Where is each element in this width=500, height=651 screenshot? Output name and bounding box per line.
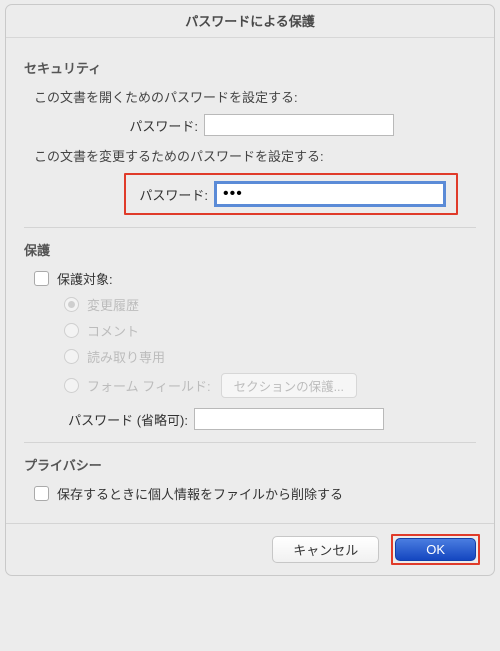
separator: [24, 442, 476, 443]
section-security-heading: セキュリティ: [24, 58, 476, 77]
protect-target-checkbox[interactable]: [34, 271, 49, 286]
radio-comments: [64, 323, 79, 338]
dialog-footer: キャンセル OK: [6, 524, 494, 575]
protect-target-radios: 変更履歴 コメント 読み取り専用 フォーム フィールド: セクションの保護...: [64, 295, 476, 398]
cancel-button[interactable]: キャンセル: [272, 536, 379, 563]
protection-password-input[interactable]: [194, 408, 384, 430]
radio-form-fields: [64, 378, 79, 393]
dialog-title: パスワードによる保護: [6, 5, 494, 38]
remove-personal-info-checkbox[interactable]: [34, 486, 49, 501]
radio-readonly: [64, 349, 79, 364]
protect-sections-button: セクションの保護...: [221, 373, 357, 398]
separator: [24, 227, 476, 228]
section-privacy-heading: プライバシー: [24, 455, 476, 474]
protect-target-label: 保護対象:: [57, 269, 113, 288]
radio-tracked-changes-label: 変更履歴: [87, 295, 139, 314]
open-password-input[interactable]: [204, 114, 394, 136]
open-password-description: この文書を開くためのパスワードを設定する:: [34, 87, 476, 106]
modify-password-label: パスワード:: [136, 185, 214, 204]
radio-readonly-label: 読み取り専用: [87, 347, 165, 366]
protection-password-label: パスワード (省略可):: [44, 410, 194, 429]
dialog-content: セキュリティ この文書を開くためのパスワードを設定する: パスワード: この文書…: [6, 38, 494, 523]
modify-password-description: この文書を変更するためのパスワードを設定する:: [34, 146, 476, 165]
radio-tracked-changes: [64, 297, 79, 312]
section-protection-heading: 保護: [24, 240, 476, 259]
password-protection-dialog: パスワードによる保護 セキュリティ この文書を開くためのパスワードを設定する: …: [5, 4, 495, 576]
modify-password-input[interactable]: [214, 181, 446, 207]
ok-button-highlight: OK: [391, 534, 480, 565]
radio-comments-label: コメント: [87, 321, 139, 340]
radio-form-fields-label: フォーム フィールド:: [87, 376, 211, 395]
remove-personal-info-label: 保存するときに個人情報をファイルから削除する: [57, 484, 343, 503]
open-password-label: パスワード:: [84, 116, 204, 135]
modify-password-highlight: パスワード:: [124, 173, 458, 215]
ok-button[interactable]: OK: [395, 538, 476, 561]
